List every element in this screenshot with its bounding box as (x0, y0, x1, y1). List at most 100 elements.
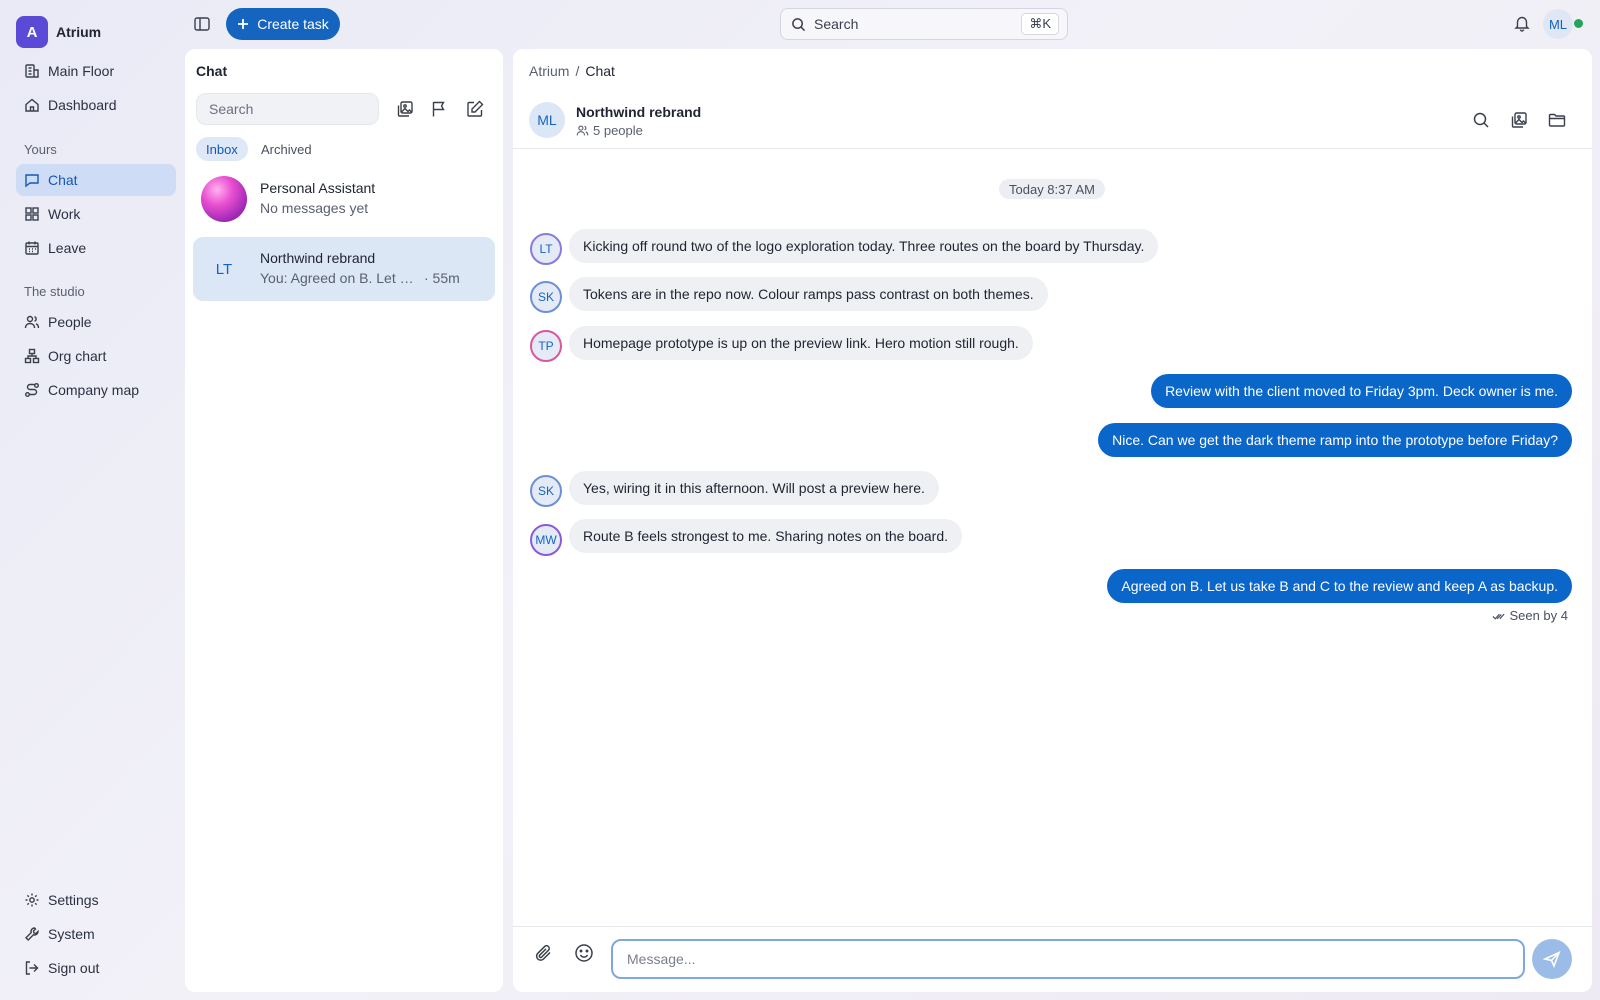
send-icon (1543, 950, 1561, 968)
message-bubble-outgoing: Nice. Can we get the dark theme ramp int… (1098, 423, 1572, 457)
breadcrumb-separator: / (575, 63, 580, 79)
chat-list-panel: Chat Inbox Archived Personal Assistant N… (185, 49, 503, 992)
route-icon (24, 382, 40, 398)
conversation-name: Personal Assistant (260, 180, 376, 196)
global-search-placeholder: Search (814, 16, 859, 32)
sidebar-item-system[interactable]: System (16, 918, 176, 950)
conversation-item[interactable]: Personal Assistant No messages yet (193, 167, 495, 231)
attach-icon[interactable] (533, 942, 555, 964)
conversation-preview-text: You: Agreed on B. Let us take B and C to… (260, 270, 420, 286)
send-button[interactable] (1532, 939, 1572, 979)
users-icon (576, 124, 589, 137)
sidebar-item-label: Org chart (48, 348, 107, 364)
section-label-yours: Yours (24, 142, 57, 157)
message-avatar[interactable]: SK (530, 475, 562, 507)
sidebar-item-label: Sign out (48, 960, 100, 976)
sidebar-item-work[interactable]: Work (16, 198, 176, 230)
gallery-icon[interactable] (395, 99, 415, 119)
home-icon (24, 97, 40, 113)
message-bubble-incoming: Route B feels strongest to me. Sharing n… (569, 519, 962, 553)
tab-inbox[interactable]: Inbox (196, 137, 248, 161)
conversation-panel: Atrium / Chat ML Northwind rebrand 5 peo… (513, 49, 1592, 992)
create-task-button[interactable]: Create task (226, 8, 340, 40)
folder-icon[interactable] (1547, 110, 1567, 130)
member-count: 5 people (593, 123, 643, 138)
group-members[interactable]: 5 people (576, 123, 643, 138)
group-title: Northwind rebrand (576, 104, 702, 120)
message-avatar[interactable]: TP (530, 330, 562, 362)
wrench-icon (24, 926, 40, 942)
flag-icon[interactable] (429, 99, 449, 119)
bell-icon[interactable] (1513, 14, 1531, 32)
seen-label: Seen by 4 (1509, 608, 1568, 623)
message-input[interactable] (611, 939, 1525, 979)
sidebar-item-people[interactable]: People (16, 306, 176, 338)
message-bubble-incoming: Homepage prototype is up on the preview … (569, 326, 1033, 360)
sidebar-item-settings[interactable]: Settings (16, 884, 176, 916)
brand[interactable]: A Atrium (16, 16, 101, 48)
plus-icon (237, 18, 249, 30)
brand-logo: A (16, 16, 48, 48)
sidebar-item-label: System (48, 926, 95, 942)
message-bubble-incoming: Yes, wiring it in this afternoon. Will p… (569, 471, 939, 505)
sidebar-toggle-icon[interactable] (192, 14, 212, 34)
sidebar-item-sign-out[interactable]: Sign out (16, 952, 176, 984)
sidebar-item-main-floor[interactable]: Main Floor (16, 55, 176, 87)
sidebar-item-dashboard[interactable]: Dashboard (16, 89, 176, 121)
sidebar-item-leave[interactable]: Leave (16, 232, 176, 264)
day-separator: Today 8:37 AM (999, 179, 1105, 199)
composer-divider (513, 926, 1592, 927)
breadcrumb: Atrium / Chat (529, 63, 615, 79)
message-bubble-outgoing: Agreed on B. Let us take B and C to the … (1107, 569, 1572, 603)
org-chart-icon (24, 348, 40, 364)
users-icon (24, 314, 40, 330)
brand-name: Atrium (56, 24, 102, 40)
conversation-time: · 55m (424, 270, 460, 286)
search-icon (791, 17, 806, 32)
conversation-name: Northwind rebrand (260, 250, 376, 266)
read-receipt: Seen by 4 (1492, 608, 1568, 623)
user-avatar[interactable]: ML (1543, 9, 1573, 39)
sidebar-item-label: Main Floor (48, 63, 115, 79)
chat-icon (24, 172, 40, 188)
compose-icon[interactable] (465, 99, 485, 119)
online-status-dot (1574, 19, 1583, 28)
sidebar-item-company-map[interactable]: Company map (16, 374, 176, 406)
sidebar-item-org-chart[interactable]: Org chart (16, 340, 176, 372)
sidebar-item-label: Settings (48, 892, 99, 908)
sidebar-item-label: Company map (48, 382, 140, 398)
conversation-preview-text: No messages yet (260, 200, 369, 216)
message-bubble-outgoing: Review with the client moved to Friday 3… (1151, 374, 1572, 408)
message-avatar[interactable]: MW (530, 524, 562, 556)
calendar-icon (24, 240, 40, 256)
gallery-icon[interactable] (1509, 110, 1529, 130)
sidebar-item-label: People (48, 314, 92, 330)
tab-archived[interactable]: Archived (251, 137, 322, 161)
conversation-preview: You: Agreed on B. Let us take B and C to… (260, 270, 460, 286)
sidebar-item-label: Chat (48, 172, 78, 188)
chat-list-title: Chat (196, 63, 228, 79)
emoji-icon[interactable] (573, 942, 595, 964)
message-bubble-incoming: Tokens are in the repo now. Colour ramps… (569, 277, 1048, 311)
conversation-preview: No messages yet (260, 200, 368, 216)
message-avatar[interactable]: LT (530, 233, 562, 265)
group-avatar[interactable]: ML (529, 102, 565, 138)
sidebar: A Atrium Main Floor Dashboard Yours Chat… (0, 0, 185, 1000)
assistant-orb-avatar (201, 176, 247, 222)
chat-search-input[interactable] (196, 93, 379, 125)
global-search[interactable]: Search ⌘K (780, 8, 1068, 40)
conversation-avatar: LT (201, 246, 247, 292)
sidebar-item-label: Dashboard (48, 97, 117, 113)
section-label-studio: The studio (24, 284, 85, 299)
conversation-item-active[interactable]: LT Northwind rebrand You: Agreed on B. L… (193, 237, 495, 301)
breadcrumb-current: Chat (585, 63, 615, 79)
sidebar-item-chat[interactable]: Chat (16, 164, 176, 196)
search-shortcut: ⌘K (1021, 13, 1059, 35)
grid-icon (24, 206, 40, 222)
sidebar-item-label: Work (48, 206, 81, 222)
building-icon (24, 63, 40, 79)
message-avatar[interactable]: SK (530, 281, 562, 313)
breadcrumb-root[interactable]: Atrium (529, 63, 569, 79)
search-icon[interactable] (1471, 110, 1491, 130)
sign-out-icon (24, 960, 40, 976)
